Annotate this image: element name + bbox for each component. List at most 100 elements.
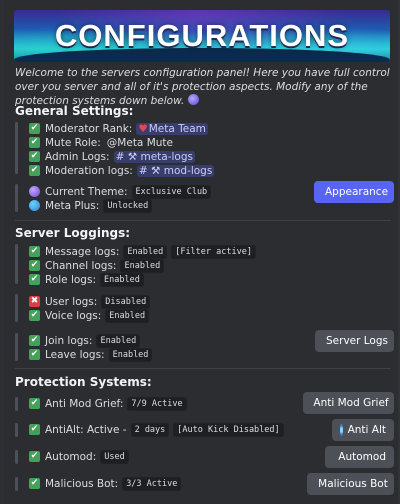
- user-logs-row: ✖ User logs: Disabled: [29, 294, 151, 309]
- admin-logs-row: ✔ Admin Logs: # ⚒ meta-logs: [29, 150, 195, 163]
- config-embed: CONFIGURATIONS Welcome to the servers co…: [0, 0, 398, 504]
- join-logs-row: ✔ Join logs: Enabled: [29, 333, 141, 348]
- message-logs-value: Enabled: [123, 244, 168, 259]
- moderation-logs-row: ✔ Moderation logs: # ⚒ mod-logs: [29, 164, 215, 177]
- bot-quote-bar: [15, 477, 18, 491]
- meta-plus-label: Meta Plus:: [45, 199, 100, 212]
- anti-mod-grief-row: ✔ Anti Mod Grief: 7/9 Active: [29, 396, 187, 411]
- section-divider: [15, 368, 391, 369]
- current-theme-label: Current Theme:: [45, 185, 128, 198]
- admin-logs-label: Admin Logs:: [45, 150, 110, 163]
- admin-logs-channel[interactable]: # ⚒ meta-logs: [113, 150, 195, 163]
- anti-alt-button-label: Anti Alt: [347, 424, 386, 436]
- logging-quote-bar-2: [15, 294, 18, 322]
- current-theme-row: Current Theme: Exclusive Club: [29, 184, 212, 199]
- automod-button[interactable]: Automod: [325, 446, 394, 468]
- general-quote-bar: [15, 122, 18, 174]
- moderator-rank-label: Moderator Rank:: [45, 122, 133, 135]
- automod-button-label: Automod: [338, 451, 386, 463]
- server-logs-button[interactable]: Server Logs: [315, 330, 394, 352]
- anti-alt-row: ✔ AntiAlt: Active - 2 days [Auto Kick Di…: [29, 422, 284, 437]
- grief-quote-bar: [15, 397, 18, 411]
- malicious-bot-button[interactable]: Malicious Bot: [307, 473, 394, 495]
- server-logs-button-label: Server Logs: [326, 335, 388, 347]
- message-logs-filter: [Filter active]: [171, 244, 256, 259]
- malicious-bot-value: 3/3 Active: [122, 476, 182, 491]
- check-icon: ✔: [29, 274, 40, 285]
- anti-mod-grief-label: Anti Mod Grief:: [45, 397, 124, 410]
- anti-alt-autokick: [Auto Kick Disabled]: [173, 422, 284, 437]
- automod-row: ✔ Automod: Used: [29, 449, 129, 464]
- leave-logs-row: ✔ Leave logs: Enabled: [29, 347, 153, 362]
- check-icon: ✔: [29, 398, 40, 409]
- message-logs-label: Message logs:: [45, 245, 120, 258]
- check-icon: ✔: [29, 151, 40, 162]
- protection-systems-title: Protection Systems:: [15, 375, 152, 389]
- malicious-bot-row: ✔ Malicious Bot: 3/3 Active: [29, 476, 182, 491]
- mute-role-mention[interactable]: @Meta Mute: [105, 137, 175, 149]
- appearance-button[interactable]: Appearance: [314, 181, 394, 203]
- meta-plus-icon: [29, 200, 40, 211]
- moderator-rank-row: ✔ Moderator Rank: ♥Meta Team: [29, 122, 208, 135]
- anti-alt-value: 2 days: [130, 422, 170, 437]
- leave-logs-value: Enabled: [108, 347, 153, 362]
- server-loggings-title: Server Loggings:: [15, 226, 131, 240]
- meta-plus-row: Meta Plus: Unlocked: [29, 198, 153, 213]
- role-logs-label: Role logs:: [45, 273, 96, 286]
- appearance-button-label: Appearance: [324, 186, 389, 198]
- intro-message: Welcome to the servers configuration pan…: [15, 67, 390, 107]
- anti-mod-grief-button-label: Anti Mod Grief: [313, 397, 389, 409]
- check-icon: ✔: [29, 137, 40, 148]
- leave-logs-label: Leave logs:: [45, 348, 105, 361]
- anti-alt-label: AntiAlt: Active -: [45, 423, 127, 436]
- moderator-rank-mention[interactable]: ♥Meta Team: [136, 122, 208, 135]
- voice-logs-value: Enabled: [105, 308, 150, 323]
- join-logs-value: Enabled: [96, 333, 141, 348]
- moderator-rank-value: Meta Team: [148, 122, 206, 135]
- automod-value: Used: [100, 449, 129, 464]
- check-icon: ✔: [29, 478, 40, 489]
- alt-quote-bar: [15, 423, 18, 437]
- message-logs-row: ✔ Message logs: Enabled [Filter active]: [29, 244, 256, 259]
- logging-quote-bar-3: [15, 333, 18, 361]
- check-icon: ✔: [29, 165, 40, 176]
- role-logs-value: Enabled: [99, 272, 144, 287]
- check-icon: ✔: [29, 246, 40, 257]
- check-icon: ✔: [29, 123, 40, 134]
- anti-mod-grief-button[interactable]: Anti Mod Grief: [303, 392, 394, 414]
- cross-icon: ✖: [29, 296, 40, 307]
- channel-logs-label: Channel logs:: [45, 259, 117, 272]
- role-logs-row: ✔ Role logs: Enabled: [29, 272, 144, 287]
- check-icon: ✔: [29, 260, 40, 271]
- meta-plus-value: Unlocked: [103, 198, 153, 213]
- config-banner: CONFIGURATIONS: [14, 10, 390, 62]
- general-settings-title: General Settings:: [15, 104, 134, 118]
- malicious-bot-label: Malicious Bot:: [45, 477, 119, 490]
- section-divider: [15, 220, 391, 221]
- theme-icon: [29, 186, 40, 197]
- intro-text: Welcome to the servers configuration pan…: [15, 66, 395, 108]
- moderation-logs-channel[interactable]: # ⚒ mod-logs: [136, 164, 215, 177]
- channel-logs-row: ✔ Channel logs: Enabled: [29, 258, 165, 273]
- check-icon: ✔: [29, 424, 40, 435]
- heart-icon: ♥: [138, 122, 148, 135]
- channel-logs-value: Enabled: [120, 258, 165, 273]
- automod-quote-bar: [15, 450, 18, 464]
- automod-label: Automod:: [45, 450, 97, 463]
- user-logs-label: User logs:: [45, 295, 98, 308]
- banner-title: CONFIGURATIONS: [54, 18, 350, 53]
- check-icon: ✔: [29, 335, 40, 346]
- join-logs-label: Join logs:: [45, 334, 93, 347]
- theme-quote-bar: [15, 184, 18, 212]
- panel-emoji-icon: [187, 94, 199, 105]
- moderation-logs-label: Moderation logs:: [45, 164, 133, 177]
- anti-alt-button[interactable]: Anti Alt: [332, 419, 394, 441]
- logging-quote-bar-1: [15, 244, 18, 284]
- user-logs-value: Disabled: [101, 294, 151, 309]
- shield-icon: [340, 424, 343, 436]
- malicious-bot-button-label: Malicious Bot: [318, 478, 388, 490]
- anti-mod-grief-value: 7/9 Active: [127, 396, 187, 411]
- check-icon: ✔: [29, 310, 40, 321]
- check-icon: ✔: [29, 349, 40, 360]
- check-icon: ✔: [29, 451, 40, 462]
